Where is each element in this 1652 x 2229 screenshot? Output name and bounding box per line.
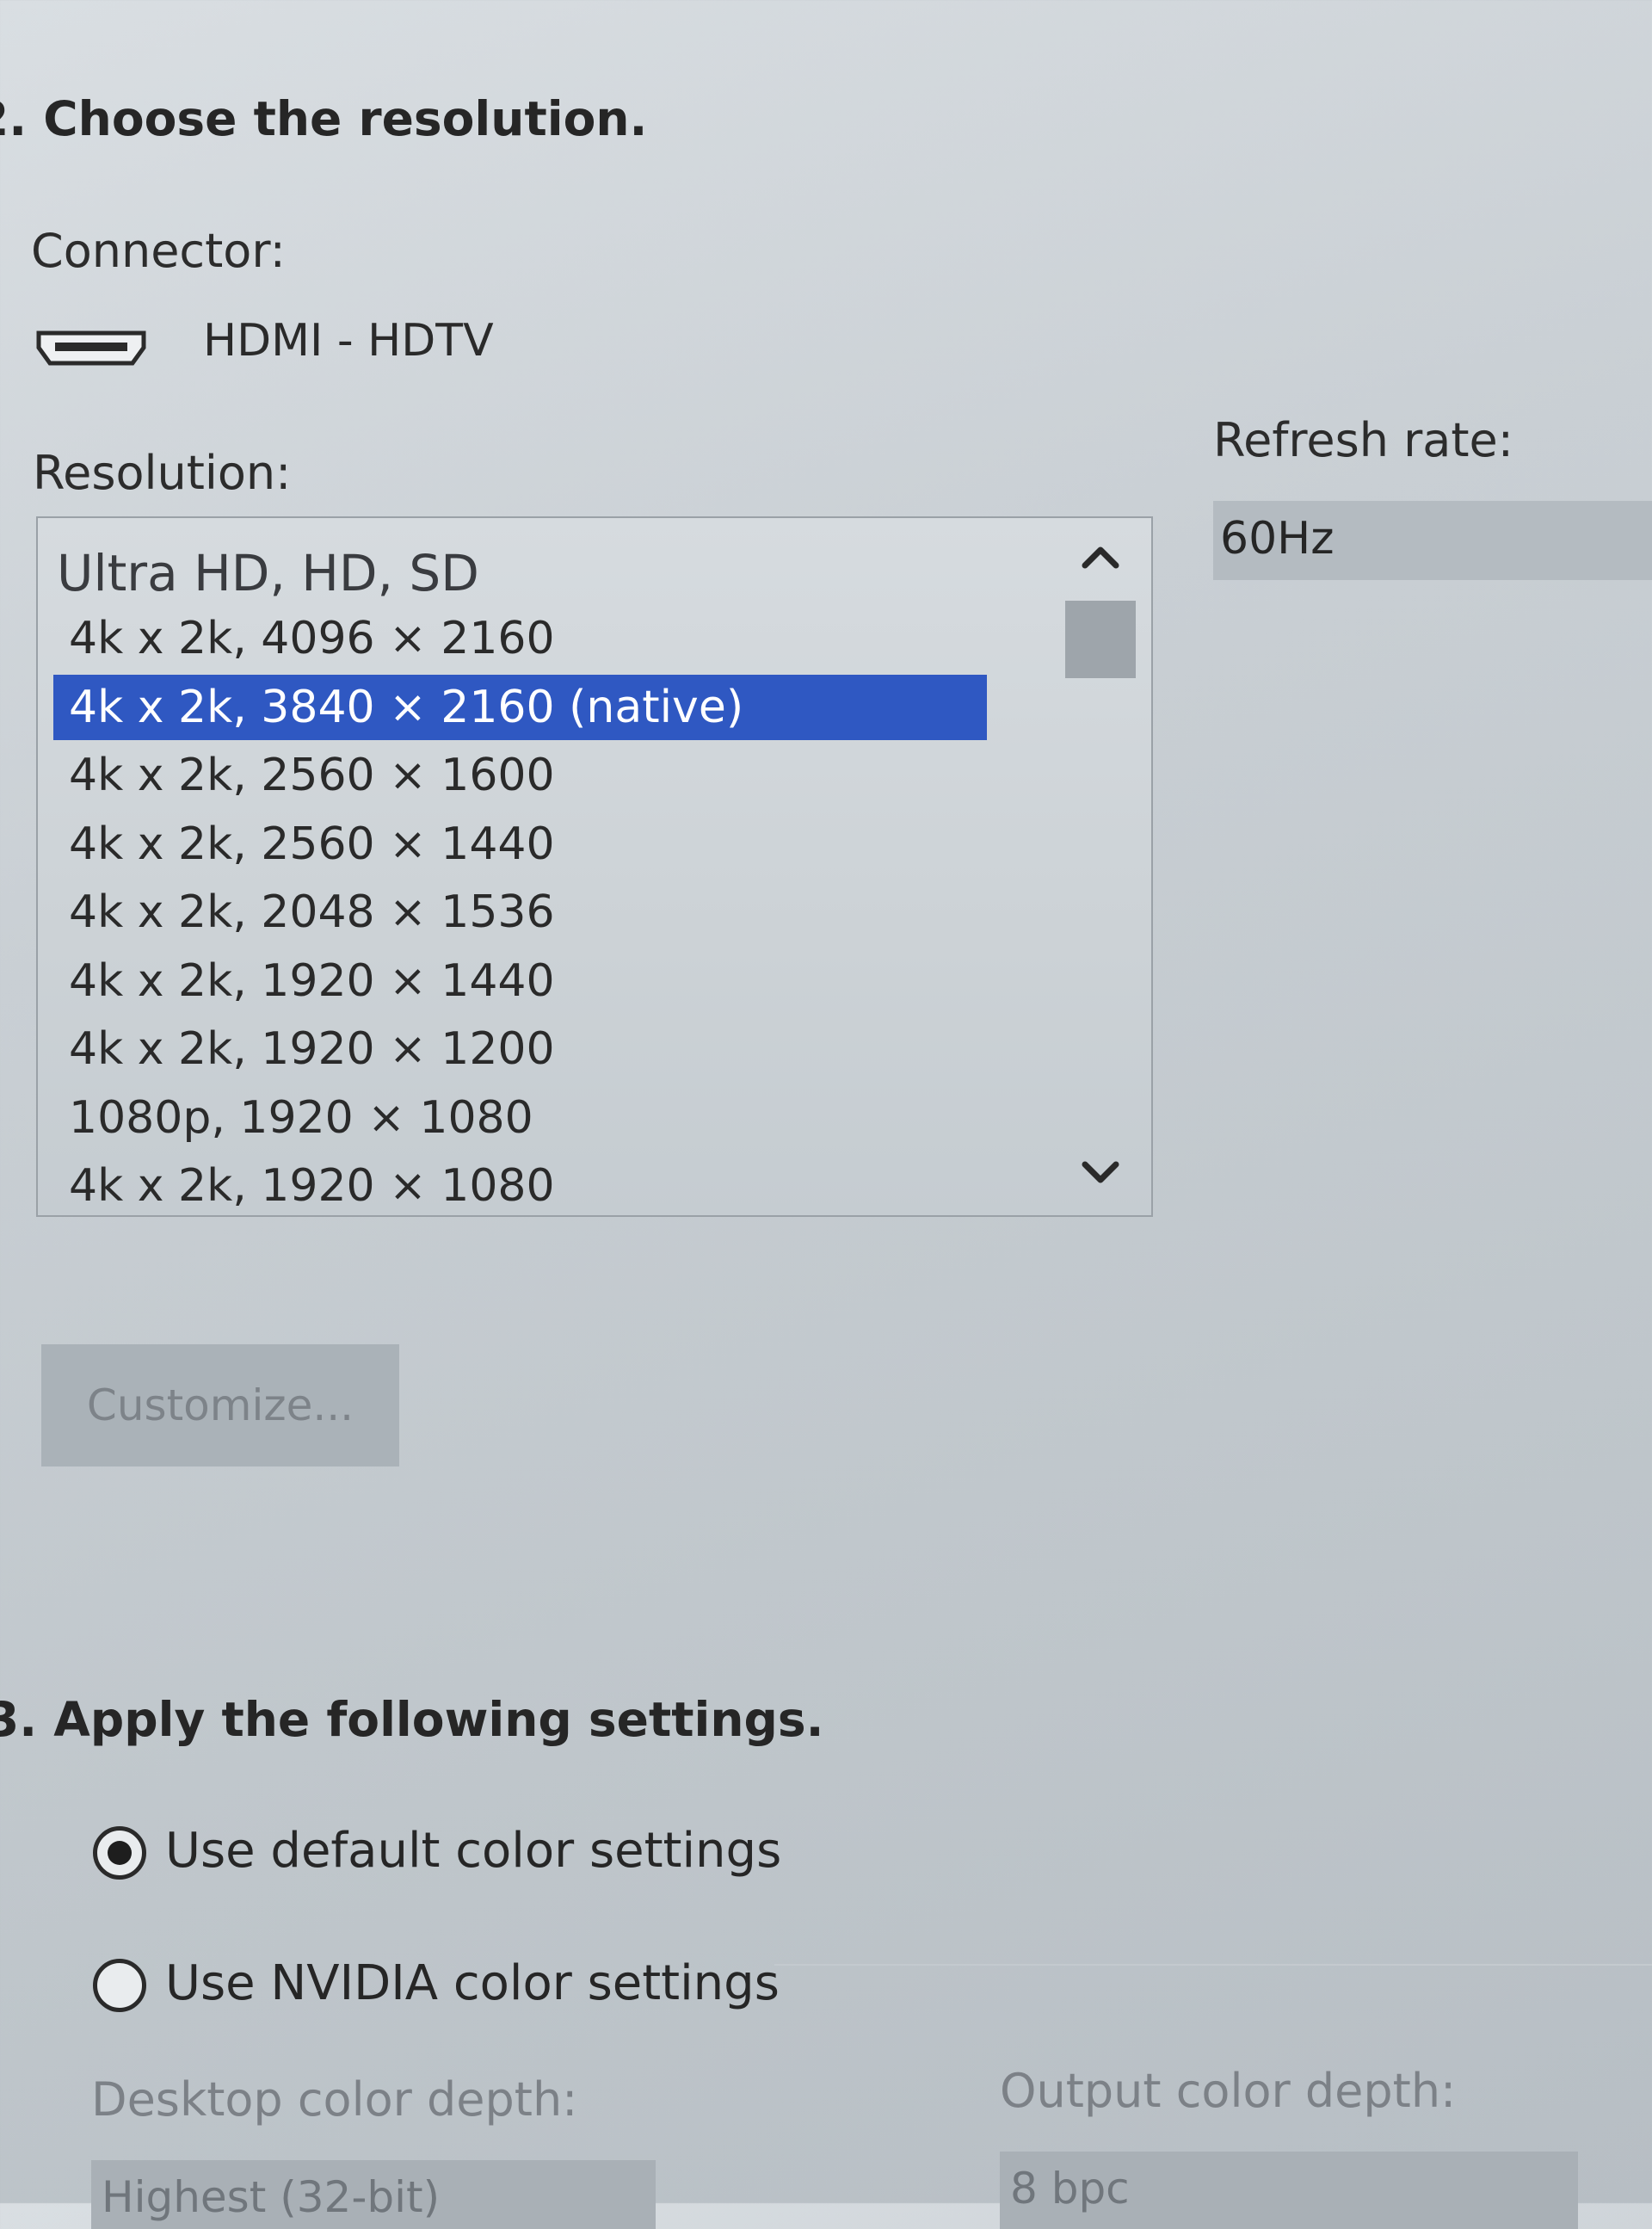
desktop-color-depth-label: Desktop color depth:	[91, 2072, 578, 2127]
list-group-header: Ultra HD, HD, SD	[57, 544, 479, 602]
radio-nvidia-color-label[interactable]: Use NVIDIA color settings	[165, 1955, 780, 2011]
scroll-up-button[interactable]	[1060, 522, 1141, 590]
resolution-item[interactable]: 4k x 2k, 2560 × 1440	[53, 812, 574, 877]
resolution-item[interactable]: 4k x 2k, 4096 × 2160	[53, 606, 574, 671]
resolution-item[interactable]: 4k x 2k, 1920 × 1080	[53, 1153, 574, 1215]
resolution-item[interactable]: 4k x 2k, 1920 × 1200	[53, 1016, 574, 1082]
chevron-down-icon	[1082, 1161, 1119, 1183]
radio-default-color-label[interactable]: Use default color settings	[165, 1823, 781, 1879]
refresh-rate-label: Refresh rate:	[1213, 413, 1513, 467]
output-color-depth-label: Output color depth:	[1000, 2064, 1457, 2118]
desktop-color-depth-select[interactable]: Highest (32-bit)	[91, 2160, 656, 2229]
desktop-color-depth-value: Highest (32-bit)	[102, 2172, 441, 2222]
resolution-item[interactable]: 1080p, 1920 × 1080	[53, 1085, 552, 1151]
customize-button[interactable]: Customize...	[41, 1344, 399, 1466]
resolution-item[interactable]: 4k x 2k, 1920 × 1440	[53, 948, 574, 1014]
radio-checked-dot	[108, 1841, 132, 1865]
chevron-up-icon	[1082, 546, 1119, 569]
divider	[774, 1964, 1652, 1966]
refresh-rate-value: 60Hz	[1220, 513, 1335, 565]
choose-resolution-heading: 2. Choose the resolution.	[0, 91, 648, 146]
apply-settings-heading: 3. Apply the following settings.	[0, 1692, 824, 1747]
radio-default-color[interactable]	[93, 1823, 153, 1883]
resolution-item[interactable]: 4k x 2k, 2560 × 1600	[53, 743, 574, 808]
resolution-label: Resolution:	[33, 446, 292, 500]
radio-button[interactable]	[93, 1826, 146, 1880]
connector-label: Connector:	[31, 224, 286, 278]
connector-value: HDMI - HDTV	[203, 315, 494, 367]
listbox-scrollbar[interactable]	[1060, 518, 1141, 1215]
hdmi-icon	[36, 330, 146, 368]
scroll-thumb[interactable]	[1065, 601, 1136, 678]
radio-nvidia-color[interactable]	[93, 1955, 153, 2016]
scroll-down-button[interactable]	[1060, 1139, 1141, 1208]
output-color-depth-select[interactable]: 8 bpc	[1000, 2152, 1578, 2229]
resolution-listbox[interactable]: Ultra HD, HD, SD 4k x 2k, 4096 × 2160 4k …	[36, 516, 1153, 1217]
resolution-item[interactable]: 4k x 2k, 2048 × 1536	[53, 880, 574, 945]
refresh-rate-select[interactable]: 60Hz	[1213, 501, 1652, 580]
output-color-depth-value: 8 bpc	[1010, 2164, 1130, 2214]
resolution-item-selected[interactable]: 4k x 2k, 3840 × 2160 (native)	[53, 674, 987, 740]
radio-button[interactable]	[93, 1959, 146, 2012]
